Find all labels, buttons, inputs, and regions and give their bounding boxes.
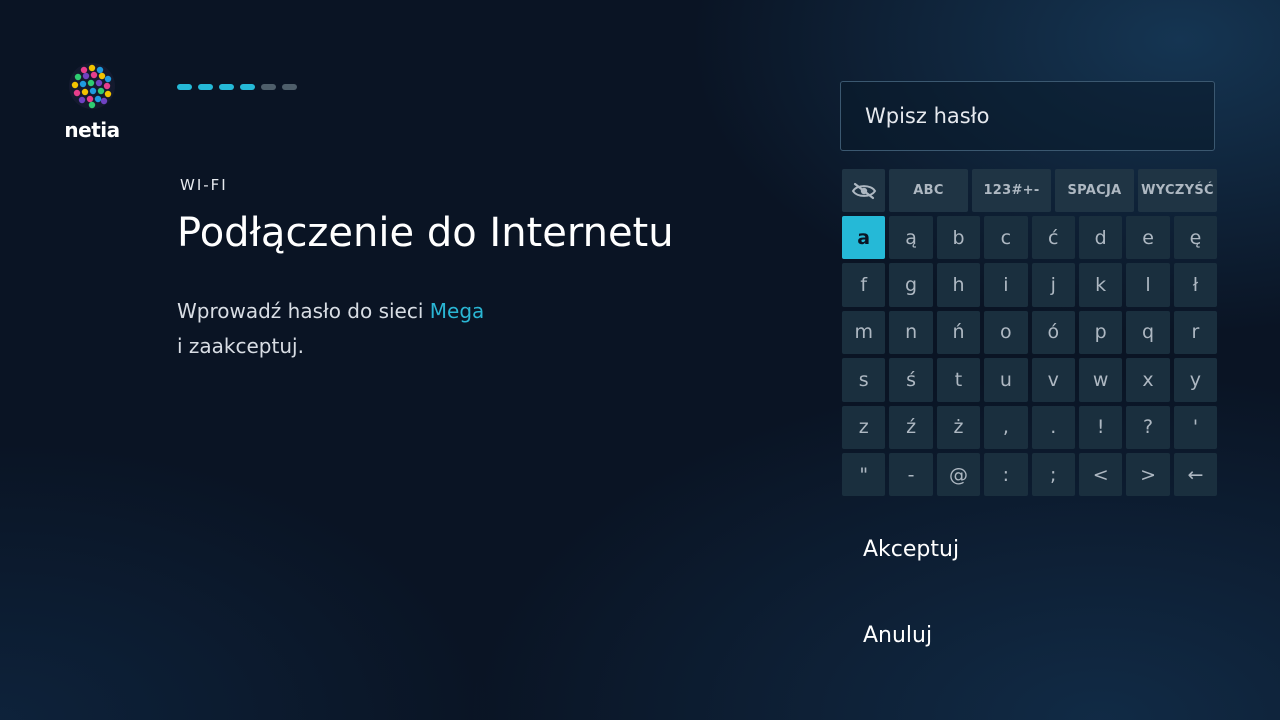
progress-step: [282, 84, 297, 90]
backspace-key[interactable]: ←: [1173, 452, 1218, 497]
key[interactable]: f: [842, 263, 886, 307]
progress-step: [177, 84, 192, 90]
key[interactable]: ą: [889, 216, 933, 260]
key[interactable]: ź: [889, 405, 933, 449]
key[interactable]: @: [936, 452, 981, 497]
visibility-toggle-button[interactable]: [842, 169, 885, 212]
space-button[interactable]: SPACJA: [1055, 169, 1134, 212]
key[interactable]: i: [984, 263, 1028, 307]
key[interactable]: e: [1126, 216, 1170, 260]
keyboard-keys: a ą b c ć d e ę f g h i j k l ł m n ń o ó p q r s ś t u v w x y z ź ż,.!? '…: [842, 216, 1218, 497]
key[interactable]: j: [1031, 263, 1075, 307]
cancel-button[interactable]: Anuluj: [863, 623, 932, 648]
network-name: Mega: [429, 299, 485, 323]
key[interactable]: b: [936, 216, 981, 260]
key[interactable]: k: [1078, 263, 1123, 307]
instruction-text-end: i zaakceptuj.: [177, 334, 304, 358]
key[interactable]: -: [889, 452, 933, 497]
key[interactable]: t: [936, 358, 981, 402]
key[interactable]: ?: [1126, 405, 1170, 449]
key[interactable]: u: [984, 358, 1028, 402]
instruction-text: Wprowadź hasło do sieci Mega i zaakceptu…: [177, 294, 637, 364]
key[interactable]: ć: [1031, 216, 1075, 260]
setup-progress: [177, 84, 297, 90]
key[interactable]: p: [1078, 310, 1123, 355]
key[interactable]: l: [1126, 263, 1170, 307]
key[interactable]: x: [1126, 358, 1170, 402]
key[interactable]: s: [842, 358, 886, 402]
key[interactable]: c: [984, 216, 1028, 260]
progress-step: [198, 84, 213, 90]
key[interactable]: >: [1126, 452, 1170, 497]
key[interactable]: o: [984, 310, 1028, 355]
key[interactable]: z: [842, 405, 886, 449]
key[interactable]: ł: [1173, 263, 1218, 307]
key[interactable]: q: [1126, 310, 1170, 355]
key[interactable]: <: [1078, 452, 1123, 497]
key[interactable]: r: [1173, 310, 1218, 355]
password-input[interactable]: Wpisz hasło: [840, 81, 1215, 151]
key[interactable]: h: [936, 263, 981, 307]
key[interactable]: ę: [1173, 216, 1218, 260]
key[interactable]: g: [889, 263, 933, 307]
netia-globe-icon: [69, 63, 115, 109]
password-placeholder: Wpisz hasło: [865, 104, 990, 128]
progress-step: [240, 84, 255, 90]
section-label: WI-FI: [180, 176, 228, 194]
keyboard-mode-row: ABC 123#+- SPACJA WYCZYŚĆ: [842, 169, 1217, 212]
key[interactable]: .: [1031, 405, 1075, 449]
key[interactable]: ó: [1031, 310, 1075, 355]
progress-step: [219, 84, 234, 90]
eye-off-icon: [851, 182, 876, 199]
accept-button[interactable]: Akceptuj: [863, 537, 959, 562]
key[interactable]: n: [889, 310, 933, 355]
key[interactable]: :: [984, 452, 1028, 497]
mode-symbols-button[interactable]: 123#+-: [972, 169, 1051, 212]
key[interactable]: w: [1078, 358, 1123, 402]
key[interactable]: !: [1078, 405, 1123, 449]
page-title: Podłączenie do Internetu: [177, 210, 674, 256]
on-screen-keyboard: ABC 123#+- SPACJA WYCZYŚĆ aąbcćdeę fghijk…: [842, 169, 1218, 497]
key[interactable]: ': [1173, 405, 1218, 449]
key[interactable]: ń: [936, 310, 981, 355]
key[interactable]: v: [1031, 358, 1075, 402]
brand-name: netia: [64, 118, 120, 142]
key[interactable]: ś: [889, 358, 933, 402]
key[interactable]: m: [842, 310, 886, 355]
key[interactable]: ż: [936, 405, 981, 449]
key[interactable]: a: [842, 216, 886, 260]
key[interactable]: ;: [1031, 452, 1075, 497]
instruction-text-start: Wprowadź hasło do sieci: [177, 299, 430, 323]
netia-logo: netia: [62, 62, 122, 142]
key[interactable]: ,: [984, 405, 1028, 449]
key[interactable]: ": [842, 452, 886, 497]
clear-button[interactable]: WYCZYŚĆ: [1138, 169, 1217, 212]
key[interactable]: d: [1078, 216, 1123, 260]
progress-step: [261, 84, 276, 90]
mode-abc-button[interactable]: ABC: [889, 169, 968, 212]
key[interactable]: y: [1173, 358, 1218, 402]
